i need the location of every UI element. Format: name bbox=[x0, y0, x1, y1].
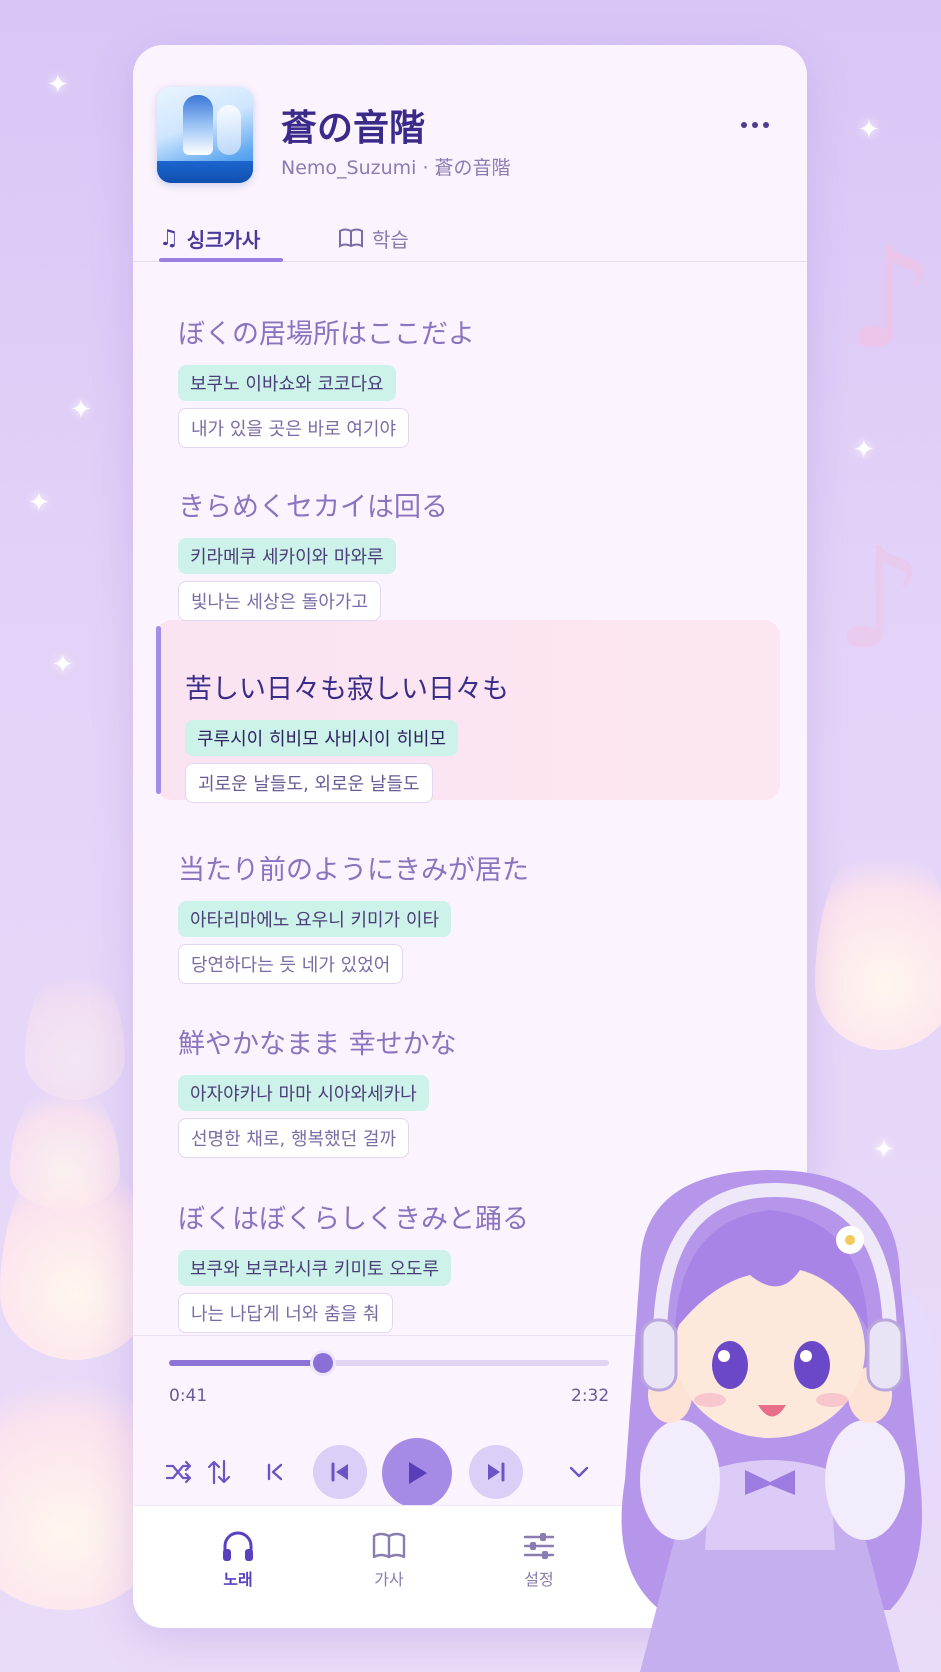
lyric-translation: 빛나는 세상은 돌아가고 bbox=[178, 581, 382, 621]
lyric-romanization: 쿠루시이 히비모 사비시이 히비모 bbox=[185, 720, 459, 756]
next-track-button[interactable] bbox=[469, 1445, 523, 1499]
lyric-translation: 선명한 채로, 행복했던 걸까 bbox=[178, 1118, 410, 1158]
progress-knob[interactable] bbox=[313, 1353, 333, 1373]
chevron-down-icon bbox=[569, 1466, 589, 1478]
book-icon bbox=[372, 1532, 406, 1559]
character-illustration bbox=[621, 1170, 940, 1672]
lyric-romanization: 보쿠와 보쿠라시쿠 키미토 오도루 bbox=[178, 1250, 452, 1286]
tab-bar: ♫ 싱크가사 학습 bbox=[133, 215, 807, 262]
lyric-translation: 괴로운 날들도, 외로운 날들도 bbox=[185, 763, 433, 803]
nav-lyrics[interactable]: 가사 bbox=[339, 1526, 439, 1590]
lyric-original: 苦しい日々も寂しい日々も bbox=[185, 674, 509, 705]
song-title: 蒼の音階 bbox=[281, 108, 426, 149]
lyric-translation: 내가 있을 곳은 바로 여기야 bbox=[178, 408, 410, 448]
nav-label: 가사 bbox=[374, 1570, 404, 1589]
transport-controls bbox=[159, 1438, 599, 1508]
song-subtitle: Nemo_Suzumi · 蒼の音階 bbox=[281, 157, 511, 179]
lyric-romanization: 키라메쿠 세카이와 마와루 bbox=[178, 538, 396, 574]
nav-label: 설정 bbox=[524, 1570, 554, 1589]
lyric-original: ぼくの居場所はここだよ bbox=[178, 319, 475, 350]
previous-icon bbox=[331, 1462, 348, 1482]
tab-study[interactable]: 학습 bbox=[338, 215, 409, 261]
sliders-icon bbox=[523, 1533, 555, 1559]
lyric-line-active[interactable]: 苦しい日々も寂しい日々も 쿠루시이 히비모 사비시이 히비모 괴로운 날들도, … bbox=[185, 667, 785, 803]
previous-track-button[interactable] bbox=[313, 1445, 367, 1499]
lyric-translation: 당연하다는 듯 네가 있었어 bbox=[178, 944, 404, 984]
tab-sync-lyrics[interactable]: ♫ 싱크가사 bbox=[159, 215, 283, 262]
tab-label: 싱크가사 bbox=[186, 227, 261, 252]
collapse-button[interactable] bbox=[559, 1452, 599, 1492]
book-icon bbox=[339, 228, 363, 248]
previous-line-button[interactable] bbox=[255, 1452, 295, 1492]
tab-label: 학습 bbox=[372, 227, 409, 252]
progress-track[interactable] bbox=[169, 1353, 609, 1373]
next-icon bbox=[488, 1462, 505, 1482]
lyric-line[interactable]: 当たり前のようにきみが居た 아타리마에노 요우니 키미가 이타 당연하다는 듯 … bbox=[178, 848, 778, 984]
lyric-line[interactable]: きらめくセカイは回る 키라메쿠 세카이와 마와루 빛나는 세상은 돌아가고 bbox=[178, 485, 778, 621]
lyric-original: きらめくセカイは回る bbox=[178, 492, 448, 523]
current-time: 0:41 bbox=[169, 1386, 208, 1406]
music-note-icon: ♫ bbox=[159, 225, 179, 251]
headphones-icon bbox=[223, 1531, 253, 1561]
song-header: 蒼の音階 Nemo_Suzumi · 蒼の音階 bbox=[133, 45, 807, 215]
more-options-button[interactable] bbox=[733, 105, 777, 145]
lyric-romanization: 보쿠노 이바쇼와 코코다요 bbox=[178, 365, 396, 401]
lyric-romanization: 아자야카나 마마 시아와세카나 bbox=[178, 1075, 429, 1111]
nav-label: 노래 bbox=[223, 1570, 253, 1589]
album-cover bbox=[157, 87, 253, 183]
shuffle-button[interactable] bbox=[159, 1452, 199, 1492]
more-icon bbox=[741, 122, 747, 128]
nav-song[interactable]: 노래 bbox=[188, 1526, 288, 1590]
play-button[interactable] bbox=[382, 1438, 452, 1508]
lyric-original: 鮮やかなまま 幸せかな bbox=[178, 1029, 457, 1060]
play-icon bbox=[409, 1462, 427, 1484]
sort-button[interactable] bbox=[199, 1452, 239, 1492]
lyric-line[interactable]: 鮮やかなまま 幸せかな 아자야카나 마마 시아와세카나 선명한 채로, 행복했던… bbox=[178, 1022, 778, 1158]
lyric-original: 当たり前のようにきみが居た bbox=[178, 855, 529, 886]
lyric-line[interactable]: ぼくの居場所はここだよ 보쿠노 이바쇼와 코코다요 내가 있을 곳은 바로 여기… bbox=[178, 312, 778, 448]
progress-fill bbox=[169, 1360, 323, 1366]
lyric-romanization: 아타리마에노 요우니 키미가 이타 bbox=[178, 901, 452, 937]
nav-settings[interactable]: 설정 bbox=[489, 1526, 589, 1590]
sort-arrows-icon bbox=[207, 1459, 231, 1485]
shuffle-icon bbox=[165, 1460, 192, 1484]
skip-back-icon bbox=[267, 1463, 283, 1481]
lyric-translation: 나는 나답게 너와 춤을 춰 bbox=[178, 1293, 393, 1333]
